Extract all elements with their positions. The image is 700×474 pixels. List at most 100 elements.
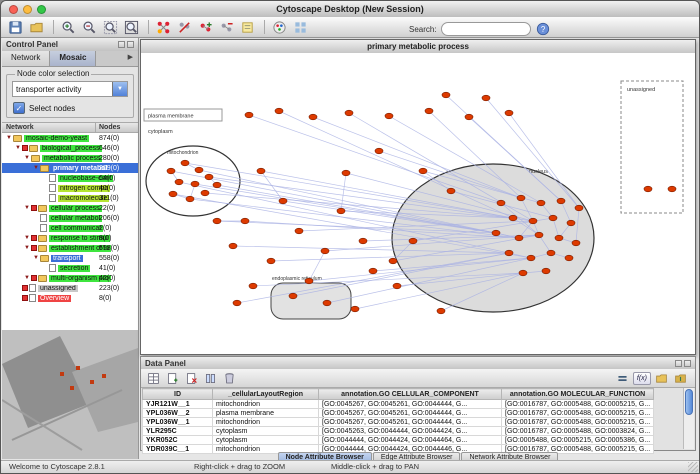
network-node[interactable] [167, 168, 175, 174]
network-node[interactable] [547, 250, 555, 256]
network-node[interactable] [565, 255, 573, 261]
tree-row[interactable]: nucleobase-cont64(0) [2, 173, 138, 183]
close-button[interactable] [9, 5, 18, 14]
table-cell[interactable]: [GO:0045267, GO:0045261, GO:0044444, G..… [319, 409, 502, 418]
create-network-from-selection-icon[interactable] [196, 18, 215, 36]
tree-expand-icon[interactable]: ▼ [23, 275, 31, 281]
network-node[interactable] [509, 215, 517, 221]
network-node[interactable] [515, 235, 523, 241]
tab-scroll-right-icon[interactable]: ▶ [123, 51, 138, 66]
network-node[interactable] [529, 218, 537, 224]
first-neighbors-icon[interactable] [154, 18, 173, 36]
panel-float-icon[interactable] [675, 360, 682, 367]
zoom-button[interactable] [37, 5, 46, 14]
table-cell[interactable]: [GO:0016787, GO:0005488, GO:0005215, G..… [502, 409, 654, 418]
tree-node-label[interactable]: unassigned [38, 285, 78, 292]
network-node[interactable] [389, 258, 397, 264]
network-node[interactable] [419, 168, 427, 174]
network-node[interactable] [289, 293, 297, 299]
tree-node-label[interactable]: transport [51, 255, 83, 262]
tree-node-label[interactable]: Overview [38, 295, 71, 302]
network-node[interactable] [359, 238, 367, 244]
tree-expand-icon[interactable]: ▼ [32, 165, 40, 171]
network-node[interactable] [279, 198, 287, 204]
window-titlebar[interactable]: Cytoscape Desktop (New Session) [1, 1, 699, 18]
node-color-dropdown[interactable]: transporter activity ▼ [12, 81, 128, 97]
network-node[interactable] [425, 108, 433, 114]
table-cell[interactable]: YPL036W__1 [143, 418, 213, 427]
layout-icon[interactable] [291, 18, 310, 36]
tree-expand-icon[interactable]: ▼ [23, 235, 31, 241]
network-node[interactable] [267, 258, 275, 264]
network-node[interactable] [555, 235, 563, 241]
table-cell[interactable]: [GO:0045263, GO:0044444, GO:0044424, G..… [319, 427, 502, 436]
import-attributes-icon[interactable] [653, 371, 670, 386]
attribute-columns-icon[interactable] [202, 371, 219, 386]
table-cell[interactable]: YJR121W__1 [143, 400, 213, 409]
resize-grip[interactable] [688, 462, 698, 472]
network-node[interactable] [505, 250, 513, 256]
network-node[interactable] [442, 92, 450, 98]
tree-expand-icon[interactable]: ▼ [23, 245, 31, 251]
tree-row[interactable]: ▼mosaic-demo-yeast874(0) [2, 133, 138, 143]
panel-float-icon[interactable] [118, 41, 125, 48]
table-cell[interactable]: [GO:0016787, GO:0005488, GO:0005215, G..… [502, 418, 654, 427]
network-node[interactable] [527, 255, 535, 261]
table-cell[interactable]: [GO:0045267, GO:0045261, GO:0044444, G..… [319, 418, 502, 427]
network-node[interactable] [257, 168, 265, 174]
network-node[interactable] [309, 114, 317, 120]
open-session-icon[interactable] [27, 18, 46, 36]
network-node[interactable] [337, 208, 345, 214]
network-node[interactable] [169, 191, 177, 197]
tree-row[interactable]: ▼biological_process646(0) [2, 143, 138, 153]
network-node[interactable] [275, 108, 283, 114]
table-row[interactable]: YPL036W__1mitochondrion[GO:0045267, GO:0… [143, 418, 654, 427]
zoom-in-icon[interactable] [59, 18, 78, 36]
table-cell[interactable]: cytoplasm [213, 427, 319, 436]
function-builder-icon[interactable]: f(x) [633, 372, 651, 385]
column-header[interactable]: annotation.GO MOLECULAR_FUNCTION [502, 389, 654, 400]
tab-network[interactable]: Network [2, 51, 50, 66]
network-node[interactable] [191, 181, 199, 187]
panel-close-icon[interactable] [127, 41, 134, 48]
tree-row[interactable]: ▼establishment of lo558(0) [2, 243, 138, 253]
scrollbar-thumb[interactable] [685, 389, 693, 415]
chevron-down-icon[interactable]: ▼ [112, 82, 127, 96]
hide-selected-icon[interactable] [175, 18, 194, 36]
table-cell[interactable]: [GO:0005488, GO:0005215, GO:0005386, G..… [502, 436, 654, 445]
network-node[interactable] [345, 110, 353, 116]
help-icon[interactable]: ? [534, 20, 553, 38]
annotation-icon[interactable] [238, 18, 257, 36]
table-row[interactable]: YKR052Ccytoplasm[GO:0044444, GO:0044424,… [143, 436, 654, 445]
tree-row[interactable]: Overview8(0) [2, 293, 138, 303]
tree-row[interactable]: nitrogen compo40(0) [2, 183, 138, 193]
network-node[interactable] [557, 198, 565, 204]
tree-column-nodes[interactable]: Nodes [99, 124, 120, 131]
table-cell[interactable]: cytoplasm [213, 436, 319, 445]
tree-expand-icon[interactable]: ▼ [5, 135, 13, 141]
tree-expand-icon[interactable]: ▼ [14, 145, 22, 151]
tree-expand-icon[interactable]: ▼ [23, 155, 31, 161]
tree-row[interactable]: ▼primary metabol209(0) [2, 163, 138, 173]
network-node[interactable] [644, 186, 652, 192]
network-node[interactable] [668, 186, 676, 192]
minimize-button[interactable] [23, 5, 32, 14]
tab-mosaic[interactable]: Mosaic [50, 51, 96, 66]
network-node[interactable] [575, 205, 583, 211]
tree-row[interactable]: macromolecule311(0) [2, 193, 138, 203]
table-row[interactable]: YJR121W__1mitochondrion[GO:0045267, GO:0… [143, 400, 654, 409]
select-nodes-checkbox[interactable]: ✓ [13, 102, 25, 114]
tree-row[interactable]: cell communicat2(0) [2, 223, 138, 233]
network-node[interactable] [369, 268, 377, 274]
network-node[interactable] [492, 230, 500, 236]
network-node[interactable] [181, 160, 189, 166]
network-node[interactable] [351, 306, 359, 312]
table-cell[interactable]: YPL036W__2 [143, 409, 213, 418]
network-node[interactable] [249, 283, 257, 289]
network-node[interactable] [505, 110, 513, 116]
tree-row[interactable]: ▼metabolic process280(0) [2, 153, 138, 163]
network-node[interactable] [241, 218, 249, 224]
export-attributes-icon[interactable] [672, 371, 689, 386]
table-row[interactable]: YLR295Ccytoplasm[GO:0045263, GO:0044444,… [143, 427, 654, 436]
tree-row[interactable]: unassigned223(0) [2, 283, 138, 293]
